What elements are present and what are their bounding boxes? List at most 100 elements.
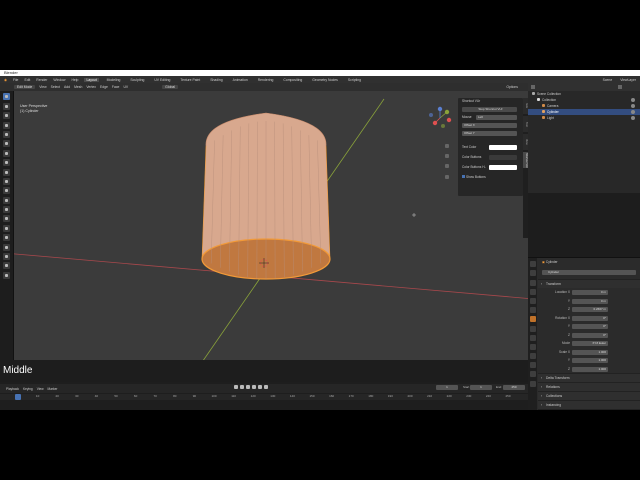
shear-icon[interactable] xyxy=(3,262,10,270)
outliner-type-icon[interactable] xyxy=(531,85,535,89)
options-menu[interactable]: Options xyxy=(506,85,518,89)
prop-tab-constraints-icon[interactable] xyxy=(529,353,536,360)
transform-field-rotation-2[interactable]: 0° xyxy=(572,332,608,338)
bevel-icon[interactable] xyxy=(3,187,10,195)
3d-viewport[interactable]: User Perspective (1) Cylinder xyxy=(14,91,528,360)
eye-icon[interactable] xyxy=(631,110,635,114)
move-icon[interactable] xyxy=(3,112,10,120)
menu-window[interactable]: Window xyxy=(53,78,65,82)
scale-icon[interactable] xyxy=(3,130,10,138)
prop-tab-physics-icon[interactable] xyxy=(529,343,536,350)
prop-tab-material-icon[interactable] xyxy=(529,371,536,378)
measure-icon[interactable] xyxy=(3,159,10,167)
mode-selector[interactable]: Edit Mode xyxy=(14,85,36,89)
panel-collections[interactable]: Collections xyxy=(538,391,640,400)
transform-field-scale-2[interactable]: 1.000 xyxy=(572,366,608,372)
prop-tab-particles-icon[interactable] xyxy=(529,334,536,341)
workspace-tab-sculpting[interactable]: Sculpting xyxy=(128,78,146,82)
object-name-field[interactable]: Cylinder xyxy=(542,270,636,275)
end-frame-field[interactable]: 250 xyxy=(503,385,525,390)
workspace-tab-uv-editing[interactable]: UV Editing xyxy=(152,78,172,82)
prop-tab-render-icon[interactable] xyxy=(529,270,536,277)
start-frame-field[interactable]: 1 xyxy=(470,385,492,390)
panel-delta-transform[interactable]: Delta Transform xyxy=(538,373,640,382)
play-reverse-icon[interactable] xyxy=(246,385,250,389)
scene-selector[interactable]: Scene xyxy=(603,78,613,82)
jump-start-icon[interactable] xyxy=(234,385,238,389)
timeline-menu-keying[interactable]: Keying xyxy=(23,387,33,391)
transform-field-mode-0[interactable]: XYZ Euler xyxy=(572,341,608,346)
eye-icon[interactable] xyxy=(631,104,635,108)
annotate-icon[interactable] xyxy=(3,149,10,157)
color-buttons-hi-swatch[interactable] xyxy=(489,165,517,170)
prop-tab-output-icon[interactable] xyxy=(529,279,536,286)
transform-field-scale-0[interactable]: 1.000 xyxy=(572,349,608,355)
knife-icon[interactable] xyxy=(3,206,10,214)
transform-field-scale-1[interactable]: 1.000 xyxy=(572,358,608,363)
workspace-tab-animation[interactable]: Animation xyxy=(231,78,250,82)
transform-field-location-2[interactable]: 0.2667 m xyxy=(572,307,608,312)
eye-icon[interactable] xyxy=(631,116,635,120)
workspace-tab-compositing[interactable]: Compositing xyxy=(281,78,304,82)
rotate-icon[interactable] xyxy=(3,121,10,129)
transform-field-location-1[interactable]: 0 m xyxy=(572,298,608,304)
color-buttons-swatch[interactable] xyxy=(489,155,517,160)
viewport-menu-mesh[interactable]: Mesh xyxy=(74,85,82,89)
rip-icon[interactable] xyxy=(3,271,10,279)
prop-tab-modifier-icon[interactable] xyxy=(529,325,536,332)
stop-shortcut-button[interactable]: Stop Shortcut VUr xyxy=(462,107,517,112)
outliner-row[interactable]: Light xyxy=(528,115,640,121)
extrude-icon[interactable] xyxy=(3,168,10,176)
prop-tab-object-icon[interactable] xyxy=(529,316,536,323)
prop-tab-texture-icon[interactable] xyxy=(529,380,536,387)
panel-instancing[interactable]: Instancing xyxy=(538,400,640,409)
menu-help[interactable]: Help xyxy=(71,78,78,82)
mouse-select[interactable]: Left xyxy=(476,115,517,120)
workspace-tab-modeling[interactable]: Modeling xyxy=(105,78,123,82)
timeline-menu-view[interactable]: View xyxy=(37,387,44,391)
offset-x-field[interactable]: Offset X xyxy=(462,123,517,128)
menu-file[interactable]: File xyxy=(13,78,18,82)
transform-field-rotation-1[interactable]: 0° xyxy=(572,324,608,329)
viewport-menu-face[interactable]: Face xyxy=(112,85,120,89)
timeline-menu-playback[interactable]: Playback xyxy=(6,387,19,391)
prop-tab-view-layer-icon[interactable] xyxy=(529,288,536,295)
viewport-menu-add[interactable]: Add xyxy=(64,85,70,89)
text-color-swatch[interactable] xyxy=(489,145,517,150)
prop-tab-tool-icon[interactable] xyxy=(529,261,536,268)
inset-icon[interactable] xyxy=(3,177,10,185)
shrink-fatten-icon[interactable] xyxy=(3,253,10,261)
smooth-icon[interactable] xyxy=(3,234,10,242)
workspace-tab-layout[interactable]: Layout xyxy=(84,77,99,82)
workspace-tab-texture-paint[interactable]: Texture Paint xyxy=(178,78,202,82)
current-frame-field[interactable]: 1 xyxy=(436,385,458,390)
view-layer-selector[interactable]: ViewLayer xyxy=(620,78,636,82)
eye-icon[interactable] xyxy=(631,98,635,102)
frame-ruler[interactable]: 0102030405060708090100110120130140150160… xyxy=(0,394,528,400)
transform-icon[interactable] xyxy=(3,140,10,148)
poly-build-icon[interactable] xyxy=(3,215,10,223)
blender-logo-icon[interactable]: ◉ xyxy=(4,78,7,82)
timeline-menu-marker[interactable]: Marker xyxy=(48,387,58,391)
viewport-menu-uv[interactable]: UV xyxy=(123,85,128,89)
workspace-tab-rendering[interactable]: Rendering xyxy=(256,78,276,82)
offset-y-field[interactable]: Offset Y xyxy=(462,131,517,136)
edge-slide-icon[interactable] xyxy=(3,243,10,251)
transform-orientation-selector[interactable]: Global xyxy=(162,85,178,89)
select-box-icon[interactable] xyxy=(3,93,10,101)
prop-tab-data-icon[interactable] xyxy=(529,362,536,369)
panel-relations[interactable]: Relations xyxy=(538,382,640,391)
prev-key-icon[interactable] xyxy=(240,385,244,389)
spin-icon[interactable] xyxy=(3,224,10,232)
play-icon[interactable] xyxy=(252,385,256,389)
workspace-tab-scripting[interactable]: Scripting xyxy=(346,78,363,82)
loop-cut-icon[interactable] xyxy=(3,196,10,204)
menu-edit[interactable]: Edit xyxy=(24,78,30,82)
next-key-icon[interactable] xyxy=(258,385,262,389)
transform-panel-header[interactable]: Transform xyxy=(538,279,640,288)
outliner-filter-icon[interactable] xyxy=(618,85,622,89)
viewport-menu-view[interactable]: View xyxy=(39,85,46,89)
playhead[interactable] xyxy=(15,394,21,400)
panel-motion-paths[interactable]: Motion Paths xyxy=(538,409,640,410)
prop-tab-world-icon[interactable] xyxy=(529,307,536,314)
